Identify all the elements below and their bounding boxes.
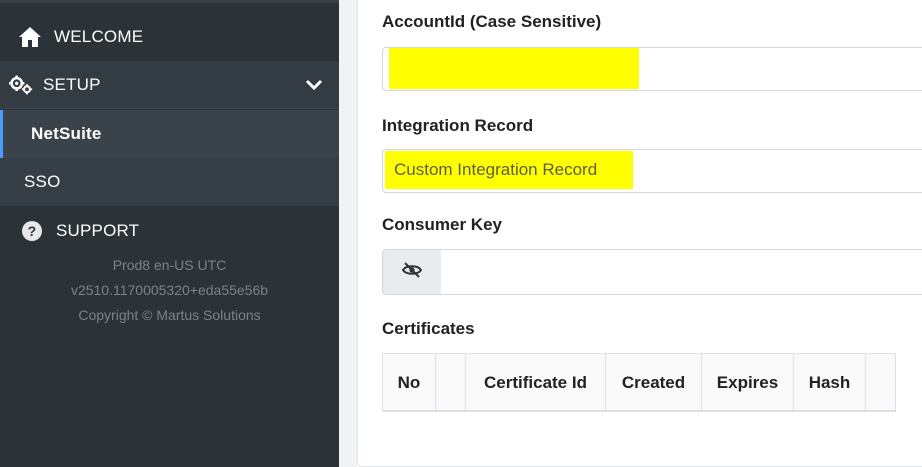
sidebar-item-label: SETUP (43, 74, 101, 94)
version-info: v2510.1170005320+eda55e56b (70, 282, 269, 298)
column-header-hash[interactable]: Hash (794, 354, 866, 411)
column-header-no[interactable]: No (383, 354, 436, 411)
column-header-created[interactable]: Created (606, 354, 702, 411)
sidebar-item-welcome[interactable]: WELCOME (0, 13, 339, 61)
consumer-key-input[interactable] (441, 249, 922, 295)
sidebar: WELCOME SETUP NetSuite SSO ? SUPPORT Pro… (0, 0, 339, 467)
content-gutter (339, 0, 357, 467)
gears-icon (9, 73, 33, 97)
sidebar-item-label: WELCOME (54, 27, 144, 46)
integration-record-label: Integration Record (382, 116, 534, 135)
chevron-down-icon[interactable] (305, 75, 323, 98)
home-icon (18, 25, 42, 49)
column-header-certificate-id[interactable]: Certificate Id (466, 354, 606, 411)
column-header-expires[interactable]: Expires (702, 354, 794, 411)
sidebar-item-support[interactable]: ? SUPPORT (0, 207, 339, 255)
environment-info: Prod8 en-US UTC (112, 257, 227, 273)
consumer-key-label: Consumer Key (382, 215, 502, 234)
sidebar-item-setup[interactable]: SETUP (0, 61, 339, 109)
sidebar-item-netsuite[interactable]: NetSuite (0, 110, 339, 158)
svg-text:?: ? (28, 223, 37, 239)
account-id-redaction (389, 48, 639, 89)
account-id-label: AccountId (Case Sensitive) (382, 12, 602, 31)
sidebar-top-divider (0, 0, 339, 3)
column-header-blank (436, 354, 466, 411)
certificates-label: Certificates (382, 319, 475, 338)
copyright-text: Copyright © Martus Solutions (78, 307, 261, 323)
sidebar-item-label: SUPPORT (56, 221, 140, 240)
sidebar-item-label: SSO (24, 172, 61, 191)
sidebar-item-label: NetSuite (31, 124, 102, 143)
certificates-table: No Certificate Id Created Expires Hash (382, 353, 896, 412)
sidebar-item-sso[interactable]: SSO (0, 158, 339, 206)
toggle-visibility-button[interactable] (382, 249, 442, 295)
eye-slash-icon (401, 261, 423, 283)
integration-record-value: Custom Integration Record (394, 160, 598, 179)
question-circle-icon: ? (20, 219, 44, 243)
column-header-actions (866, 354, 896, 411)
